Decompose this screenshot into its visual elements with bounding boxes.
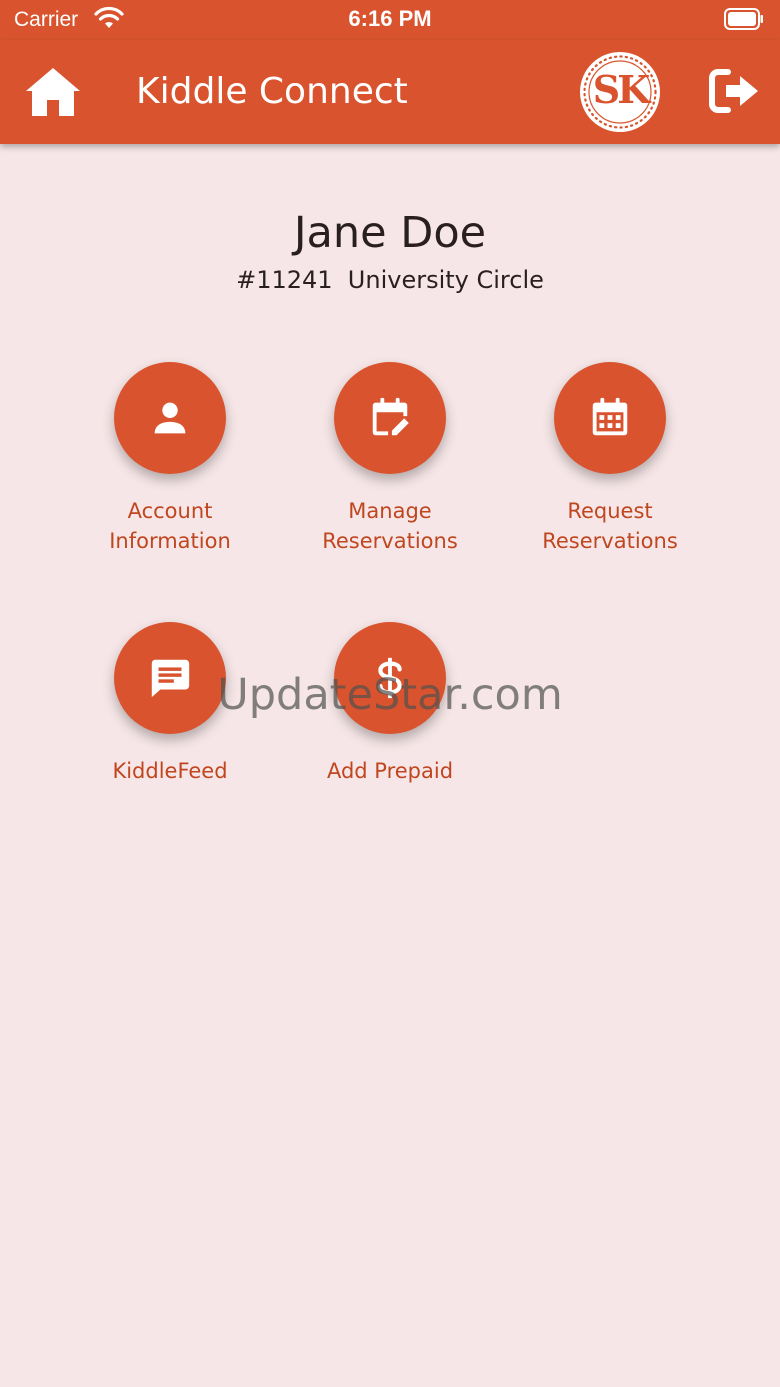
manage-reservations-circle[interactable] bbox=[334, 362, 446, 474]
calendar-edit-icon bbox=[372, 397, 409, 436]
tile-label-line: Request bbox=[567, 499, 653, 523]
tile-label-line: Reservations bbox=[322, 529, 458, 553]
chat-icon bbox=[151, 659, 190, 698]
profile-name: Jane Doe bbox=[293, 208, 487, 258]
calendar-icon bbox=[592, 397, 628, 436]
logo-text: SK bbox=[592, 67, 650, 112]
kiddlefeed-button[interactable]: KiddleFeed bbox=[70, 622, 270, 786]
battery-icon bbox=[724, 8, 763, 30]
dollar-icon bbox=[378, 657, 402, 699]
logout-icon[interactable] bbox=[708, 68, 762, 114]
tile-label-line: Manage bbox=[348, 499, 432, 523]
status-time: 6:16 PM bbox=[348, 6, 432, 31]
kiddlefeed-circle[interactable] bbox=[114, 622, 226, 734]
account-information-button[interactable]: Account Information bbox=[70, 362, 270, 556]
request-reservations-button[interactable]: Request Reservations bbox=[510, 362, 710, 556]
tile-label-line: Information bbox=[109, 529, 231, 553]
tile-label-line: KiddleFeed bbox=[112, 759, 228, 783]
tile-label-line: Add Prepaid bbox=[326, 759, 454, 783]
manage-reservations-button[interactable]: Manage Reservations bbox=[290, 362, 490, 556]
app-title: Kiddle Connect bbox=[136, 71, 408, 112]
profile-subtitle: #11241 University Circle bbox=[236, 266, 544, 294]
account-information-label: Account Information bbox=[70, 496, 270, 556]
add-prepaid-label: Add Prepaid bbox=[290, 756, 490, 786]
status-bar: Carrier 6:16 PM bbox=[0, 0, 780, 40]
manage-reservations-label: Manage Reservations bbox=[290, 496, 490, 556]
request-reservations-circle[interactable] bbox=[554, 362, 666, 474]
add-prepaid-button[interactable]: Add Prepaid bbox=[290, 622, 490, 786]
kiddlefeed-label: KiddleFeed bbox=[70, 756, 270, 786]
tile-label-line: Reservations bbox=[542, 529, 678, 553]
request-reservations-label: Request Reservations bbox=[510, 496, 710, 556]
tile-label-line: Account bbox=[127, 499, 213, 523]
app-bar: Kiddle Connect SK bbox=[0, 40, 780, 144]
account-information-circle[interactable] bbox=[114, 362, 226, 474]
person-icon bbox=[154, 402, 186, 434]
home-icon[interactable] bbox=[24, 66, 82, 118]
logo: SK bbox=[578, 50, 662, 134]
add-prepaid-circle[interactable] bbox=[334, 622, 446, 734]
